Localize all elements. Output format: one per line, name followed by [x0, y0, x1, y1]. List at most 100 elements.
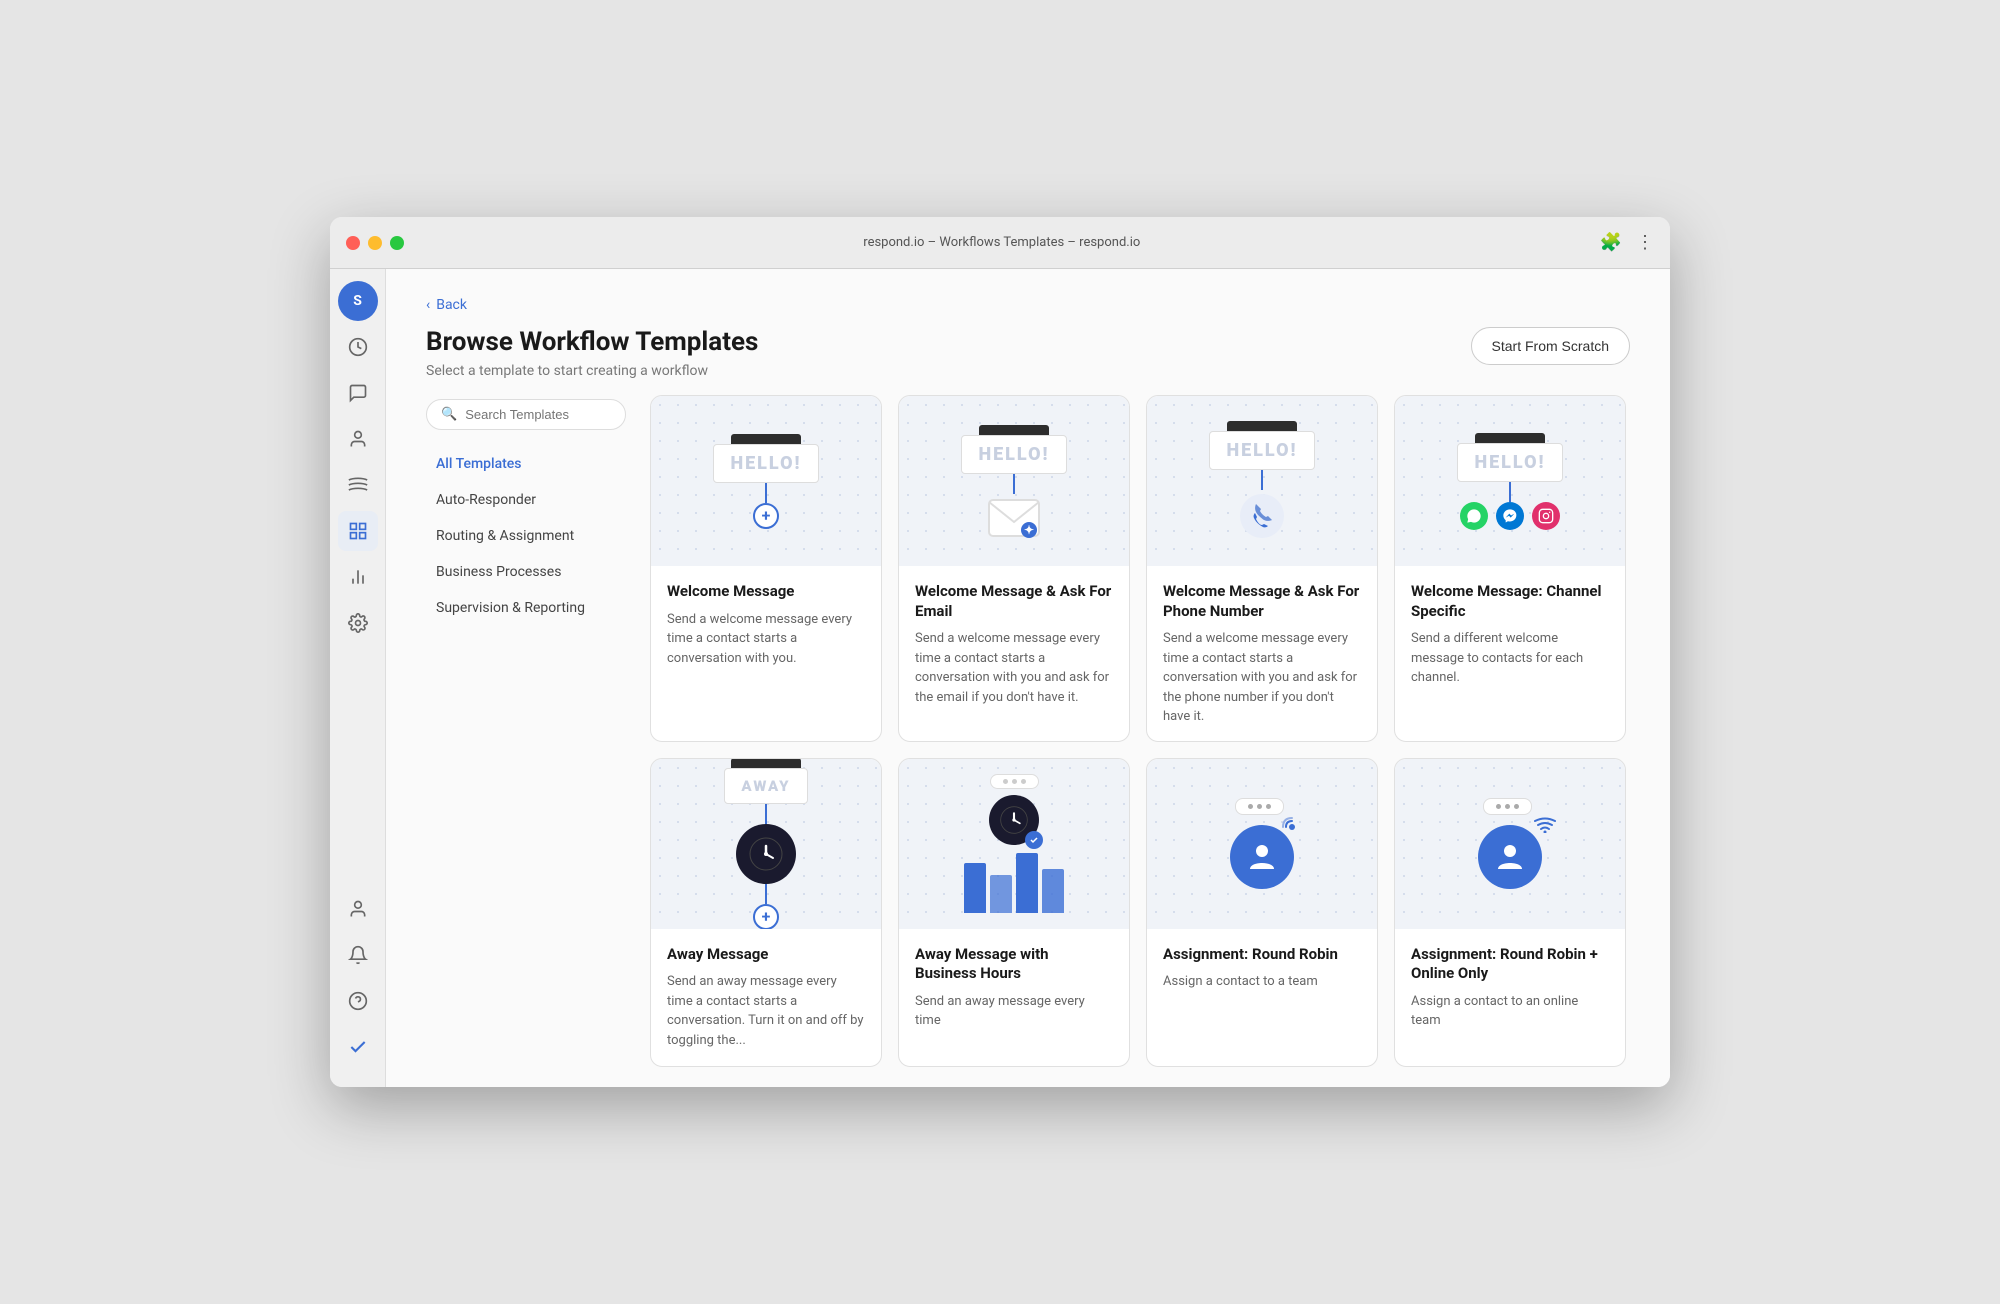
buildings: [964, 853, 1064, 913]
chat-bubble: [1235, 798, 1284, 815]
menu-icon[interactable]: ⋮: [1636, 232, 1654, 253]
card-body: Welcome Message & Ask For Phone Number S…: [1147, 566, 1377, 742]
filter-supervision-reporting[interactable]: Supervision & Reporting: [426, 592, 626, 624]
close-button[interactable]: [346, 236, 360, 250]
nav-workflows[interactable]: [338, 511, 378, 551]
agent-avatar: [1478, 825, 1542, 889]
chat-bubble-top: [990, 774, 1039, 789]
agent-wrapper: [1230, 825, 1294, 889]
app-body: S: [330, 269, 1670, 1087]
template-card-round-robin[interactable]: Assignment: Round Robin Assign a contact…: [1146, 758, 1378, 1068]
welcome-channel-illustration: HELLO!: [1457, 433, 1562, 530]
card-illustration-welcome-phone: HELLO!: [1147, 396, 1377, 566]
nav-check[interactable]: [338, 1027, 378, 1067]
template-card-round-robin-online[interactable]: Assignment: Round Robin + Online Only As…: [1394, 758, 1626, 1068]
search-box[interactable]: 🔍: [426, 399, 626, 430]
card-illustration-round-robin: [1147, 759, 1377, 929]
card-illustration-welcome-email: HELLO! ✦: [899, 396, 1129, 566]
hello-card: AWAY: [724, 768, 807, 804]
channel-icons: [1460, 502, 1560, 530]
app-window: respond.io – Workflows Templates – respo…: [330, 217, 1670, 1087]
filter-routing-assignment[interactable]: Routing & Assignment: [426, 520, 626, 552]
nav-contacts[interactable]: [338, 419, 378, 459]
titlebar: respond.io – Workflows Templates – respo…: [330, 217, 1670, 269]
minimize-button[interactable]: [368, 236, 382, 250]
card-illustration-welcome-channel: HELLO!: [1395, 396, 1625, 566]
avatar-icon[interactable]: S: [338, 281, 378, 321]
hello-card: HELLO!: [713, 444, 818, 483]
filter-auto-responder[interactable]: Auto-Responder: [426, 484, 626, 516]
card-illustration-away: AWAY: [651, 759, 881, 929]
window-title: respond.io – Workflows Templates – respo…: [404, 235, 1600, 250]
top-bar: [731, 759, 801, 768]
back-link[interactable]: ‹ Back: [426, 297, 1630, 313]
nav-help[interactable]: [338, 981, 378, 1021]
template-card-welcome-message[interactable]: HELLO! + Welcome Message Send a welcome …: [650, 395, 882, 742]
biz-hours-illustration: [964, 774, 1064, 913]
maximize-button[interactable]: [390, 236, 404, 250]
card-title: Away Message: [667, 945, 865, 965]
instagram-icon: [1532, 502, 1560, 530]
hello-card: HELLO!: [961, 435, 1066, 474]
card-body: Assignment: Round Robin Assign a contact…: [1147, 929, 1377, 1008]
hello-card: HELLO!: [1457, 443, 1562, 482]
templates-grid: HELLO! + Welcome Message Send a welcome …: [650, 395, 1630, 1067]
connector-line: [1509, 482, 1511, 502]
template-card-away-message[interactable]: AWAY: [650, 758, 882, 1068]
wifi-icon: [1534, 815, 1556, 837]
card-title: Assignment: Round Robin: [1163, 945, 1361, 965]
connector-line2: [765, 884, 767, 904]
agent-wrapper: [1478, 825, 1542, 889]
template-card-away-biz-hours[interactable]: Away Message with Business Hours Send an…: [898, 758, 1130, 1068]
card-illustration-welcome: HELLO! +: [651, 396, 881, 566]
nav-user-profile[interactable]: [338, 889, 378, 929]
round-robin-online-illustration: [1478, 798, 1542, 889]
sidebar-bottom: [338, 889, 378, 1075]
traffic-lights: [346, 236, 404, 250]
messenger-icon: [1496, 502, 1524, 530]
template-card-welcome-phone[interactable]: HELLO! Welcome Messa: [1146, 395, 1378, 742]
card-illustration-round-robin-online: [1395, 759, 1625, 929]
page-title: Browse Workflow Templates: [426, 327, 758, 357]
connector-line: [1013, 474, 1015, 494]
card-title: Welcome Message: [667, 582, 865, 602]
body-row: 🔍 All Templates Auto-Responder Routing &…: [386, 395, 1670, 1087]
nav-dashboard[interactable]: [338, 327, 378, 367]
top-bar: [731, 434, 801, 444]
content-area: ‹ Back Browse Workflow Templates Select …: [386, 269, 1670, 1087]
nav-broadcast[interactable]: [338, 465, 378, 505]
connector-line: [1261, 470, 1263, 490]
card-title: Welcome Message & Ask For Email: [915, 582, 1113, 621]
email-icon: ✦: [987, 494, 1041, 538]
card-body: Away Message with Business Hours Send an…: [899, 929, 1129, 1047]
top-bar: [1475, 433, 1545, 443]
card-desc: Send an away message every time: [915, 992, 1113, 1031]
add-circle: +: [753, 503, 779, 529]
card-desc: Assign a contact to an online team: [1411, 992, 1609, 1031]
filter-business-processes[interactable]: Business Processes: [426, 556, 626, 588]
filter-all-templates[interactable]: All Templates: [426, 448, 626, 480]
clock-icon: [736, 824, 796, 884]
chat-bubble: [1483, 798, 1532, 815]
card-desc: Assign a contact to a team: [1163, 972, 1361, 992]
search-input[interactable]: [465, 407, 611, 422]
back-label: Back: [436, 297, 467, 313]
round-robin-illustration: [1230, 798, 1294, 889]
titlebar-actions: 🧩 ⋮: [1600, 232, 1654, 253]
template-card-welcome-email[interactable]: HELLO! ✦: [898, 395, 1130, 742]
add-circle: +: [753, 904, 779, 929]
start-from-scratch-button[interactable]: Start From Scratch: [1471, 327, 1630, 365]
card-desc: Send an away message every time a contac…: [667, 972, 865, 1050]
phone-icon: [1236, 490, 1288, 542]
back-chevron-icon: ‹: [426, 297, 430, 313]
nav-settings[interactable]: [338, 603, 378, 643]
page-subtitle: Select a template to start creating a wo…: [426, 363, 758, 379]
welcome-phone-illustration: HELLO!: [1209, 421, 1314, 542]
template-card-welcome-channel[interactable]: HELLO!: [1394, 395, 1626, 742]
nav-reports[interactable]: [338, 557, 378, 597]
icon-sidebar: S: [330, 269, 386, 1087]
sidebar-top: S: [338, 281, 378, 889]
nav-conversations[interactable]: [338, 373, 378, 413]
nav-notifications[interactable]: [338, 935, 378, 975]
extension-icon[interactable]: 🧩: [1600, 232, 1622, 253]
